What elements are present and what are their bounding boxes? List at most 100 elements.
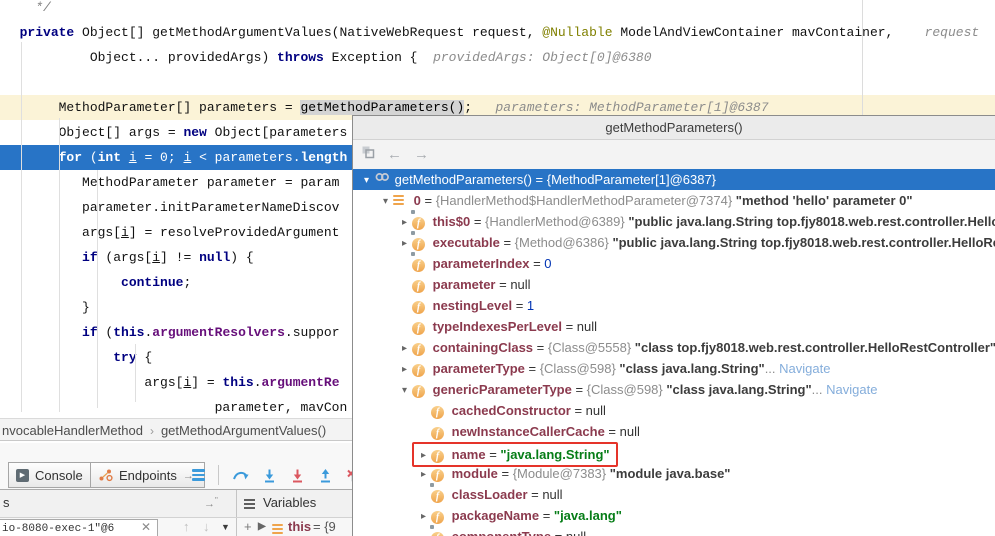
tree-text: = null [562, 319, 597, 334]
tree-text: 0 [544, 256, 551, 271]
up-arrow-icon[interactable]: ↑ [183, 519, 190, 534]
close-icon[interactable]: ✕ [141, 520, 151, 534]
step-out-button[interactable] [318, 468, 333, 483]
tree-row[interactable]: f cachedConstructor = null [353, 400, 995, 421]
field-icon: f [412, 337, 429, 358]
tree-row[interactable]: ▸f packageName = "java.lang" [353, 505, 995, 526]
tab-endpoints[interactable]: Endpoints →" [90, 462, 205, 488]
chevron-down-icon[interactable]: ▾ [359, 170, 374, 191]
tree-text: name [452, 447, 486, 462]
chevron-right-icon[interactable]: ▸ [397, 212, 412, 233]
tree-text: ... [765, 361, 776, 376]
field-icon: f [412, 274, 429, 295]
tree-text: = null [496, 277, 531, 292]
tree-row[interactable]: ▾ 0 = {HandlerMethod$HandlerMethodParame… [353, 190, 995, 211]
popup-title: getMethodParameters() [353, 116, 995, 140]
chevron-down-icon[interactable]: ▾ [397, 380, 412, 401]
copy-value-icon[interactable] [361, 145, 375, 164]
chevron-down-icon[interactable]: ▾ [378, 191, 393, 212]
tree-row[interactable]: f parameter = null [353, 274, 995, 295]
tree-text: classLoader [452, 487, 528, 502]
popup-toolbar: ← → [353, 140, 995, 169]
panel-splitter[interactable] [236, 490, 237, 517]
chevron-right-icon[interactable]: ▸ [416, 464, 431, 485]
filter-dropdown-icon[interactable]: ▼ [221, 522, 230, 532]
tree-text: getMethodParameters() = {MethodParameter… [395, 172, 716, 187]
code-line: Object... providedArgs) throws Exception… [0, 45, 995, 70]
indent-guide [97, 170, 98, 408]
tree-text: "public java.lang.String top.fjy8018.web… [628, 214, 995, 229]
indent-guide [135, 344, 136, 402]
tree-text: "class top.fjy8018.web.rest.controller.H… [635, 340, 995, 355]
field-icon: f [412, 295, 429, 316]
tree-row[interactable]: ▸f parameterType = {Class@598} "class ja… [353, 358, 995, 379]
tree-text: "java.lang" [554, 508, 622, 523]
tree-row[interactable]: f parameterIndex = 0 [353, 253, 995, 274]
code-line: private Object[] getMethodArgumentValues… [0, 20, 995, 45]
tree-text: nestingLevel [433, 298, 512, 313]
breadcrumb-method[interactable]: getMethodArgumentValues() [161, 423, 326, 438]
field-icon: f [431, 421, 448, 442]
right-margin-guide [862, 0, 863, 116]
tree-row[interactable]: f nestingLevel = 1 [353, 295, 995, 316]
tree-text: newInstanceCallerCache [452, 424, 605, 439]
tree-text: "public java.lang.String top.fjy8018.web… [612, 235, 995, 250]
thread-selector[interactable]: io-8080-exec-1"@6 [0, 519, 158, 536]
field-icon: f [412, 232, 429, 253]
tree-text: parameterIndex [433, 256, 530, 271]
tree-row[interactable]: ▾f genericParameterType = {Class@598} "c… [353, 379, 995, 400]
field-icon: f [431, 526, 448, 536]
field-icon: f [412, 358, 429, 379]
chevron-right-icon[interactable]: ▸ [397, 338, 412, 359]
tree-row[interactable]: f newInstanceCallerCache = null [353, 421, 995, 442]
tree-row[interactable]: ▸f executable = {Method@6386} "public ja… [353, 232, 995, 253]
float-arrow-icon: →" [204, 496, 218, 510]
variable-this[interactable]: this [288, 519, 311, 534]
toolbar-separator [218, 465, 219, 485]
force-step-into-button[interactable] [290, 468, 305, 483]
tree-text: packageName [452, 508, 539, 523]
tree-row[interactable]: ▸f containingClass = {Class@5558} "class… [353, 337, 995, 358]
breadcrumb-separator: › [150, 424, 154, 438]
navigate-link[interactable]: Navigate [823, 382, 878, 397]
tree-text: = null [551, 529, 586, 536]
tree-text: {Class@5558} [548, 340, 635, 355]
forward-arrow-icon[interactable]: → [414, 147, 429, 162]
indent-guide [21, 42, 22, 412]
tree-row[interactable]: ▸f this$0 = {HandlerMethod@6389} "public… [353, 211, 995, 232]
tree-text: "class java.lang.String" [666, 382, 811, 397]
chevron-right-icon[interactable]: ▸ [397, 359, 412, 380]
variables-menu-icon[interactable] [244, 497, 255, 511]
field-icon: f [431, 505, 448, 526]
chevron-right-icon[interactable]: ▸ [416, 445, 431, 466]
field-icon: f [431, 463, 448, 484]
tree-text: = [498, 466, 513, 481]
tree-row[interactable]: f componentType = null [353, 526, 995, 536]
tree-text: = [539, 508, 554, 523]
chevron-right-icon[interactable]: ▶ [258, 521, 266, 532]
chevron-right-icon[interactable]: ▸ [416, 506, 431, 527]
down-arrow-icon[interactable]: ↓ [203, 519, 210, 534]
watch-result-icon [374, 169, 391, 190]
step-into-button[interactable] [262, 468, 277, 483]
add-watch-icon[interactable]: + [244, 519, 252, 534]
breadcrumb-class[interactable]: nvocableHandlerMethod [2, 423, 143, 438]
tree-row[interactable]: f typeIndexesPerLevel = null [353, 316, 995, 337]
tree-row[interactable]: ▾ getMethodParameters() = {MethodParamet… [353, 169, 995, 190]
field-icon: f [412, 379, 429, 400]
tree-text: this$0 [433, 214, 471, 229]
back-arrow-icon[interactable]: ← [387, 147, 402, 162]
frames-panel-header: s [3, 495, 10, 510]
tree-text: parameterType [433, 361, 525, 376]
navigate-link[interactable]: Navigate [776, 361, 831, 376]
tree-text: = [421, 193, 436, 208]
step-over-button[interactable] [232, 468, 249, 483]
chevron-right-icon[interactable]: ▸ [397, 233, 412, 254]
debug-menu-icon[interactable] [192, 467, 205, 483]
tree-text: = [533, 340, 548, 355]
field-icon: f [412, 316, 429, 337]
tree-row[interactable]: f classLoader = null [353, 484, 995, 505]
tree-row[interactable]: ▸f name = "java.lang.String" [353, 442, 995, 463]
tree-text: {Method@6386} [515, 235, 613, 250]
tree-text: = [572, 382, 587, 397]
